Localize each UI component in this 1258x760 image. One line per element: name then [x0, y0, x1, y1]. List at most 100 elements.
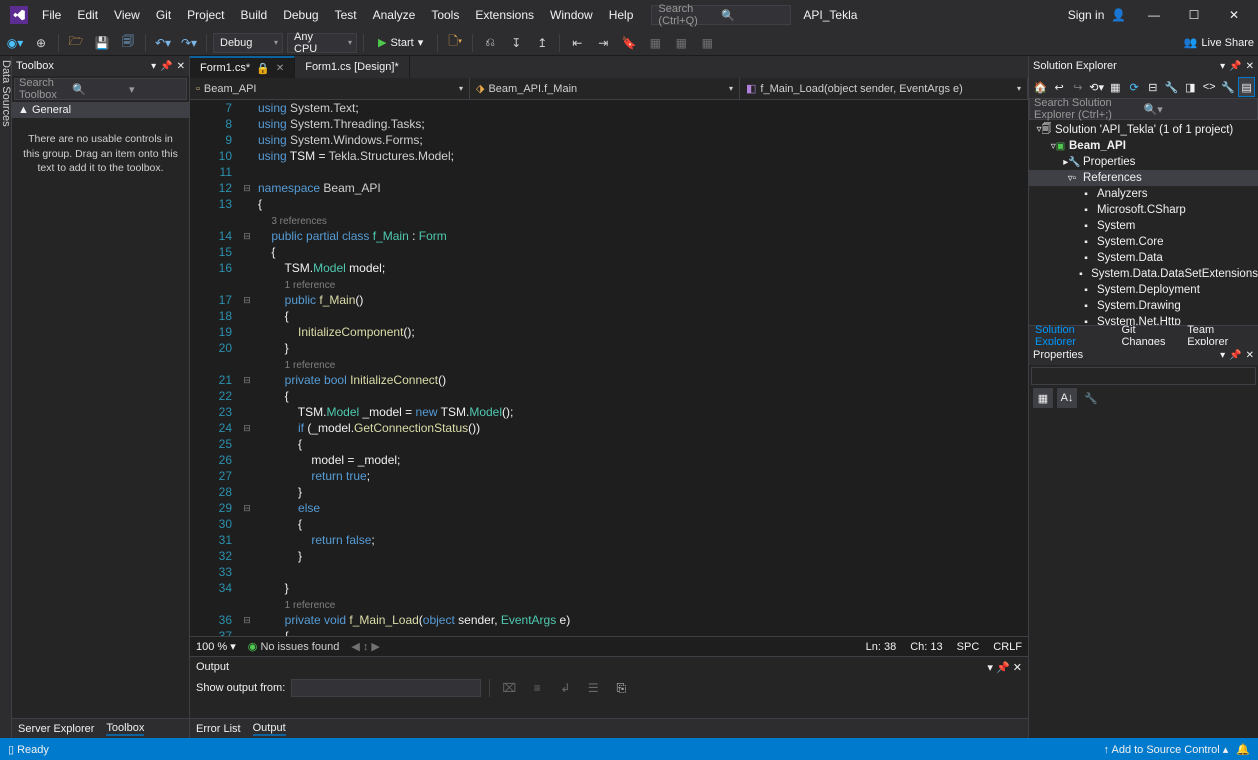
menu-analyze[interactable]: Analyze	[365, 2, 424, 28]
wrench-icon[interactable]: 🔧	[1221, 78, 1236, 96]
data-sources-tab[interactable]: Data Sources	[0, 56, 12, 738]
close-tab-icon[interactable]: ✕	[276, 63, 284, 74]
tab-toolbox[interactable]: Toolbox	[106, 722, 144, 736]
pane-dropdown-icon[interactable]: ▾	[987, 661, 993, 674]
config-combo[interactable]: Debug	[213, 33, 283, 53]
menu-view[interactable]: View	[106, 2, 148, 28]
close-icon[interactable]: ✕	[177, 61, 185, 72]
step-over-icon[interactable]: ⎌	[479, 32, 501, 54]
tab-team-explorer[interactable]: Team Explorer	[1187, 324, 1252, 348]
step-out-icon[interactable]: ↥	[531, 32, 553, 54]
nav-class[interactable]: ⬗Beam_API.f_Main	[470, 78, 740, 99]
back-icon[interactable]: ↩	[1052, 78, 1067, 96]
undo-button[interactable]: ↶▾	[152, 32, 174, 54]
pin-icon[interactable]: 📌	[160, 61, 172, 72]
solution-tree[interactable]: ▿🗐Solution 'API_Tekla' (1 of 1 project)▿…	[1029, 120, 1258, 325]
code-editor[interactable]: 7891011121314151617181920212223242526272…	[190, 100, 1028, 636]
doc-tab[interactable]: Form1.cs [Design]*	[295, 56, 410, 78]
pane-dropdown-icon[interactable]: ▾	[151, 61, 156, 72]
platform-combo[interactable]: Any CPU	[287, 33, 357, 53]
menu-window[interactable]: Window	[542, 2, 601, 28]
properties-icon[interactable]: 🔧	[1164, 78, 1179, 96]
class-view-icon[interactable]: ▤	[1239, 78, 1254, 96]
close-icon[interactable]: ✕	[1013, 661, 1022, 674]
tree-node[interactable]: ▿▫References	[1029, 170, 1258, 186]
tab-error-list[interactable]: Error List	[196, 723, 241, 735]
extra-icon[interactable]: ▦	[696, 32, 718, 54]
tab-git-changes[interactable]: Git Changes	[1121, 324, 1177, 348]
sign-in-button[interactable]: Sign in 👤	[1060, 8, 1134, 22]
tab-output[interactable]: Output	[253, 722, 286, 736]
pane-dropdown-icon[interactable]: ▾	[1220, 61, 1225, 72]
menu-tools[interactable]: Tools	[423, 2, 467, 28]
toggle-icon[interactable]: ≡	[526, 677, 548, 699]
view-code-icon[interactable]: <>	[1202, 78, 1217, 96]
categorized-icon[interactable]: ▦	[1033, 388, 1053, 408]
doc-tab[interactable]: Form1.cs*🔒✕	[190, 56, 295, 78]
close-icon[interactable]: ✕	[1246, 61, 1254, 72]
menu-project[interactable]: Project	[179, 2, 232, 28]
wrap-icon[interactable]: ↲	[554, 677, 576, 699]
notifications-icon[interactable]: 🔔	[1236, 743, 1250, 756]
menu-file[interactable]: File	[34, 2, 69, 28]
tree-node[interactable]: ▪Microsoft.CSharp	[1029, 202, 1258, 218]
open-button[interactable]: 🗁	[65, 32, 87, 54]
pin-icon[interactable]: 📌	[1229, 61, 1241, 72]
bookmark-icon[interactable]: 🔖	[618, 32, 640, 54]
output-source-combo[interactable]	[291, 679, 481, 697]
tree-node[interactable]: ▪System.Drawing	[1029, 298, 1258, 314]
live-share-button[interactable]: 👥 Live Share	[1184, 36, 1254, 49]
new-item-button[interactable]: 🗋▾	[444, 32, 466, 54]
preview-icon[interactable]: ◨	[1183, 78, 1198, 96]
clear-icon[interactable]: ⌧	[498, 677, 520, 699]
start-debug-button[interactable]: ▶Start ▾	[370, 33, 431, 53]
property-pages-icon[interactable]: 🔧	[1081, 388, 1101, 408]
eol-mode[interactable]: CRLF	[993, 641, 1022, 653]
indent-less-icon[interactable]: ⇤	[566, 32, 588, 54]
menu-debug[interactable]: Debug	[275, 2, 326, 28]
tab-solution-explorer[interactable]: Solution Explorer	[1035, 324, 1111, 348]
menu-git[interactable]: Git	[148, 2, 179, 28]
tree-node[interactable]: ▪System.Data.DataSetExtensions	[1029, 266, 1258, 282]
comment-icon[interactable]: ▦	[644, 32, 666, 54]
close-button[interactable]: ✕	[1214, 0, 1254, 30]
step-into-icon[interactable]: ↧	[505, 32, 527, 54]
show-all-icon[interactable]: ▦	[1108, 78, 1123, 96]
goto-icon[interactable]: ⎘	[610, 677, 632, 699]
tree-node[interactable]: ▪System.Deployment	[1029, 282, 1258, 298]
toolbox-search-input[interactable]: Search Toolbox🔍▾	[14, 78, 187, 100]
close-icon[interactable]: ✕	[1246, 350, 1254, 361]
pane-dropdown-icon[interactable]: ▾	[1220, 350, 1225, 361]
tree-node[interactable]: ▪System.Core	[1029, 234, 1258, 250]
toolbox-group-general[interactable]: ▲ General	[12, 102, 189, 118]
tree-node[interactable]: ▿▣Beam_API	[1029, 138, 1258, 154]
menu-build[interactable]: Build	[233, 2, 276, 28]
tree-node[interactable]: ▪Analyzers	[1029, 186, 1258, 202]
list-icon[interactable]: ☰	[582, 677, 604, 699]
pin-icon[interactable]: 📌	[1229, 350, 1241, 361]
source-control-button[interactable]: ↑ Add to Source Control ▴	[1104, 743, 1229, 756]
tree-node[interactable]: ▿🗐Solution 'API_Tekla' (1 of 1 project)	[1029, 122, 1258, 138]
quick-search-input[interactable]: Search (Ctrl+Q) 🔍	[651, 5, 791, 25]
back-button[interactable]: ◉▾	[4, 32, 26, 54]
save-all-button[interactable]: 🗐	[117, 32, 139, 54]
sync-icon[interactable]: ⟲▾	[1089, 78, 1104, 96]
pin-icon[interactable]: 📌	[996, 661, 1010, 674]
tree-node[interactable]: ▪System	[1029, 218, 1258, 234]
redo-button[interactable]: ↷▾	[178, 32, 200, 54]
tree-node[interactable]: ▪System.Data	[1029, 250, 1258, 266]
issues-indicator[interactable]: ◉ No issues found	[248, 640, 340, 653]
zoom-level[interactable]: 100 % ▾	[196, 640, 236, 653]
menu-help[interactable]: Help	[601, 2, 642, 28]
uncomment-icon[interactable]: ▦	[670, 32, 692, 54]
solution-search-input[interactable]: Search Solution Explorer (Ctrl+;)🔍▾	[1029, 98, 1258, 120]
minimize-button[interactable]: —	[1134, 0, 1174, 30]
indent-mode[interactable]: SPC	[957, 641, 980, 653]
tree-node[interactable]: ▸🔧Properties	[1029, 154, 1258, 170]
tab-server-explorer[interactable]: Server Explorer	[18, 723, 94, 735]
alphabetical-icon[interactable]: A↓	[1057, 388, 1077, 408]
forward-button[interactable]: ⊕	[30, 32, 52, 54]
menu-test[interactable]: Test	[327, 2, 365, 28]
refresh-icon[interactable]: ⟳	[1127, 78, 1142, 96]
nav-method[interactable]: ◧f_Main_Load(object sender, EventArgs e)	[740, 78, 1028, 99]
